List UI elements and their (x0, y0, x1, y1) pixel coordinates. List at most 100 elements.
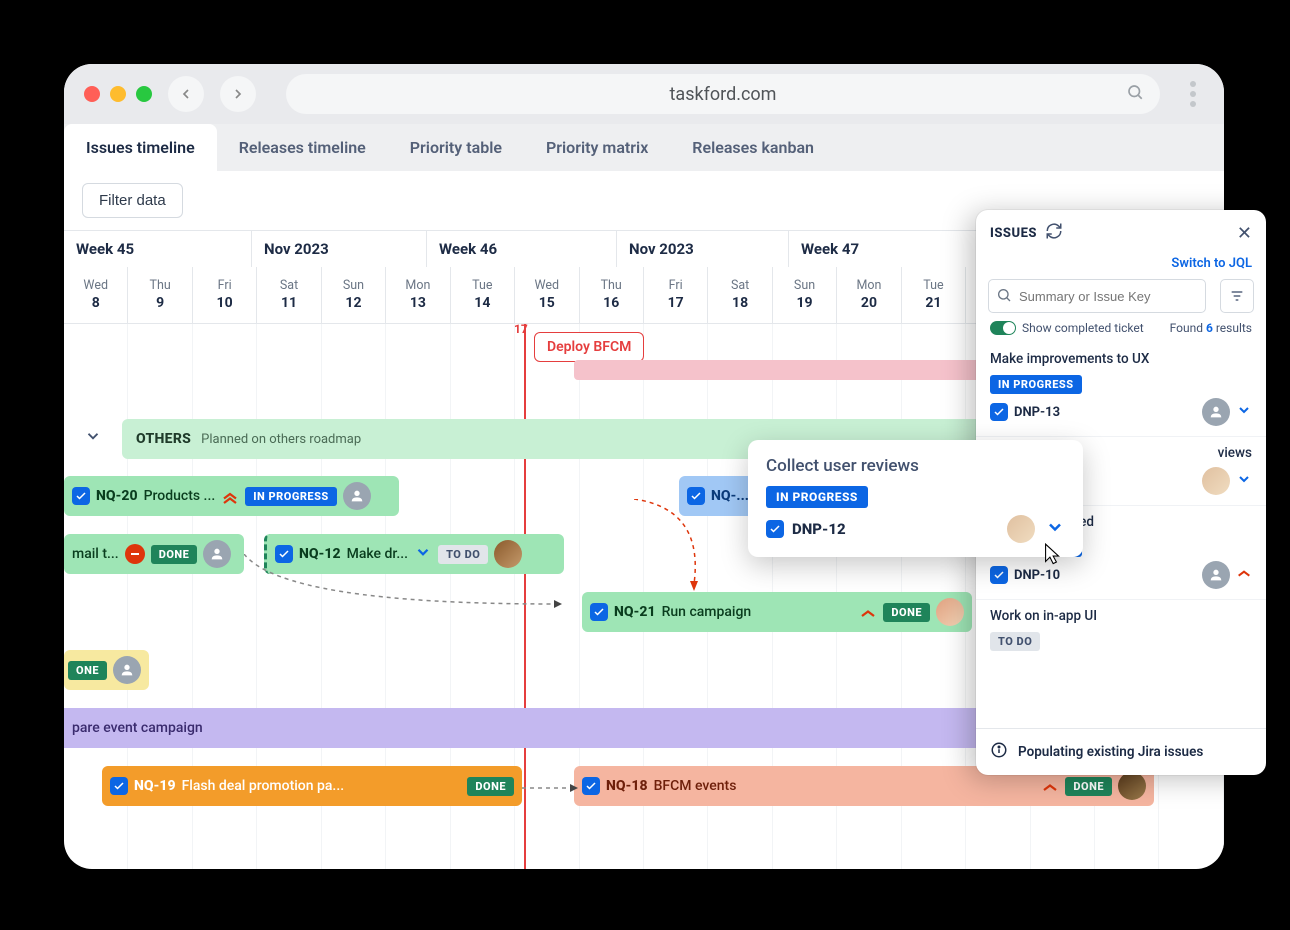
browser-menu-button[interactable] (1182, 81, 1204, 107)
week-label: Week 46 (427, 231, 617, 267)
show-completed-toggle[interactable] (990, 321, 1016, 335)
issue-bar-nq20[interactable]: NQ-20 Products ... IN PROGRESS (64, 476, 399, 516)
avatar (1202, 561, 1230, 589)
toggle-label: Show completed ticket (1022, 321, 1144, 335)
day-cell[interactable]: Sat11 (257, 267, 321, 323)
day-cell[interactable]: Sun19 (773, 267, 837, 323)
avatar (113, 656, 141, 684)
day-cell[interactable]: Fri17 (644, 267, 708, 323)
avatar (1118, 772, 1146, 800)
day-cell[interactable]: Tue14 (451, 267, 515, 323)
status-badge: DONE (1065, 777, 1112, 796)
task-icon (110, 777, 128, 795)
avatar[interactable] (1007, 515, 1035, 543)
avatar (494, 540, 522, 568)
task-icon (990, 403, 1008, 421)
avatar (1202, 398, 1230, 426)
forward-button[interactable] (220, 76, 256, 112)
traffic-lights (84, 86, 152, 102)
issue-bar-nq21[interactable]: NQ-21 Run campaign DONE (582, 592, 972, 632)
switch-to-jql-link[interactable]: Switch to JQL (976, 256, 1266, 279)
day-cell[interactable]: Thu16 (580, 267, 644, 323)
day-cell[interactable]: Fri10 (193, 267, 257, 323)
tab-releases-timeline[interactable]: Releases timeline (217, 124, 388, 171)
status-badge: DONE (883, 603, 930, 622)
day-cell[interactable]: Thu9 (128, 267, 192, 323)
refresh-icon[interactable] (1045, 222, 1063, 244)
day-cell[interactable]: Mon13 (386, 267, 450, 323)
maximize-window-button[interactable] (136, 86, 152, 102)
tab-priority-matrix[interactable]: Priority matrix (524, 124, 670, 171)
task-icon (275, 545, 293, 563)
priority-high-icon (1236, 565, 1252, 585)
priority-high-icon (859, 604, 877, 620)
minimize-window-button[interactable] (110, 86, 126, 102)
group-subtitle: Planned on others roadmap (201, 432, 361, 447)
issue-card[interactable]: Work on in-app UI TO DO (976, 599, 1266, 659)
day-cell[interactable]: Wed8 (64, 267, 128, 323)
avatar (343, 482, 371, 510)
titlebar: taskford.com (64, 64, 1224, 124)
filter-data-button[interactable]: Filter data (82, 183, 183, 218)
group-title: OTHERS (136, 431, 191, 447)
issue-popover: Collect user reviews IN PROGRESS DNP-12 (748, 440, 1083, 557)
priority-highest-icon (221, 488, 239, 504)
issue-bar-nq12[interactable]: NQ-12 Make dr... TO DO (264, 534, 564, 574)
status-badge: IN PROGRESS (990, 375, 1082, 394)
day-cell[interactable]: Wed15 (515, 267, 579, 323)
task-icon (990, 566, 1008, 584)
task-icon (72, 487, 90, 505)
avatar (1202, 467, 1230, 495)
cursor-icon (1038, 542, 1064, 572)
task-icon (687, 487, 705, 505)
task-icon (582, 777, 600, 795)
issue-bar-mail[interactable]: mail t... DONE (64, 534, 244, 574)
status-badge: DONE (467, 777, 514, 796)
issue-bar-nq19[interactable]: NQ-19 Flash deal promotion pa... DONE (102, 766, 522, 806)
month-label: Nov 2023 (617, 231, 789, 267)
status-badge: IN PROGRESS (766, 486, 868, 508)
status-badge: IN PROGRESS (245, 487, 337, 506)
day-cell[interactable]: Sat18 (708, 267, 772, 323)
release-marker-badge[interactable]: Deploy BFCM (534, 332, 644, 362)
day-cell[interactable]: Sun12 (322, 267, 386, 323)
chevron-down-icon[interactable] (1236, 402, 1252, 422)
chevron-down-icon[interactable] (1236, 471, 1252, 491)
tab-priority-table[interactable]: Priority table (388, 124, 524, 171)
today-marker-num: 17 (514, 322, 528, 336)
close-icon[interactable]: ✕ (1237, 223, 1252, 244)
back-button[interactable] (168, 76, 204, 112)
search-input[interactable] (988, 279, 1206, 313)
chevron-down-icon[interactable] (1045, 517, 1065, 541)
address-bar[interactable]: taskford.com (286, 74, 1160, 114)
tab-issues-timeline[interactable]: Issues timeline (64, 124, 217, 171)
avatar (203, 540, 231, 568)
results-count: Found 6 results (1170, 321, 1252, 335)
status-badge: ONE (68, 661, 107, 680)
today-marker-line (524, 324, 526, 869)
panel-footer: Populating existing Jira issues (976, 728, 1266, 775)
search-icon (1126, 83, 1144, 106)
info-icon (990, 741, 1008, 763)
issue-card[interactable]: Make improvements to UX IN PROGRESS DNP-… (976, 343, 1266, 436)
day-cell[interactable]: Tue21 (902, 267, 966, 323)
status-badge: TO DO (438, 545, 488, 564)
filter-icon[interactable] (1220, 279, 1254, 313)
tab-releases-kanban[interactable]: Releases kanban (670, 124, 836, 171)
task-icon (766, 520, 784, 538)
day-cell[interactable]: Mon20 (837, 267, 901, 323)
task-icon (590, 603, 608, 621)
panel-title: ISSUES (990, 226, 1037, 241)
collapse-group-button[interactable] (84, 427, 102, 449)
week-label: Week 45 (64, 231, 252, 267)
search-icon (996, 287, 1012, 307)
url-text: taskford.com (670, 84, 777, 105)
status-badge: TO DO (990, 632, 1040, 651)
month-label: Nov 2023 (252, 231, 427, 267)
chevron-down-icon (414, 543, 432, 565)
issue-bar-one[interactable]: ONE (64, 650, 149, 690)
close-window-button[interactable] (84, 86, 100, 102)
popover-key: DNP-12 (792, 520, 846, 538)
blocked-icon (125, 544, 145, 564)
status-badge: DONE (151, 545, 198, 564)
